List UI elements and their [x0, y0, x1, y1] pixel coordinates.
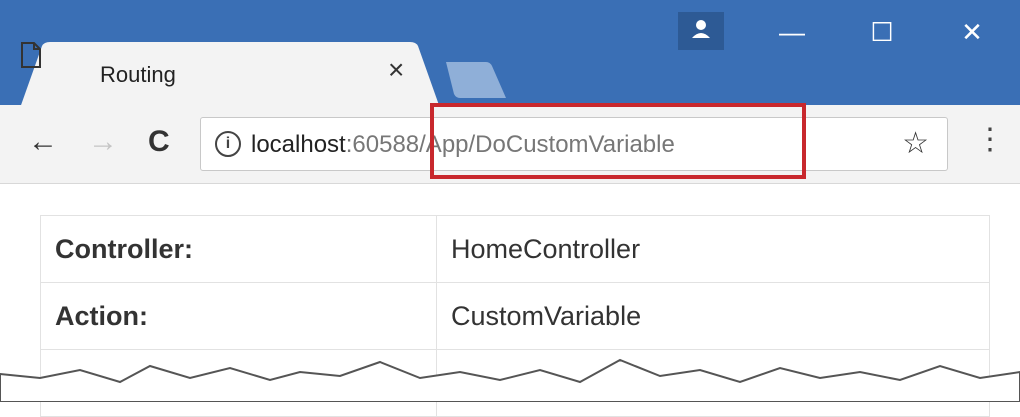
person-icon — [692, 20, 710, 38]
new-tab-button[interactable] — [440, 60, 510, 100]
url-highlight-box — [430, 103, 806, 179]
forward-button[interactable]: → — [88, 127, 118, 157]
reload-button[interactable]: C — [148, 127, 170, 157]
tab-shape — [20, 42, 440, 108]
url-host: localhost — [251, 131, 346, 158]
close-window-button[interactable]: ✕ — [942, 12, 1002, 52]
profile-button[interactable] — [678, 12, 724, 50]
bookmark-star-icon[interactable]: ☆ — [902, 126, 929, 161]
row-value: CustomVariable — [436, 282, 990, 350]
maximize-button[interactable]: ☐ — [852, 12, 912, 52]
title-bar: — ☐ ✕ Routing × — [0, 0, 1020, 108]
tab-close-icon[interactable]: × — [388, 56, 404, 84]
minimize-button[interactable]: — — [762, 12, 822, 52]
document-icon — [21, 42, 41, 68]
back-button[interactable]: ← — [28, 127, 58, 157]
row-key: Controller: — [40, 215, 437, 283]
row-value: HomeController — [436, 215, 990, 283]
row-key: Action: — [40, 282, 437, 350]
tab-routing[interactable]: Routing × — [20, 42, 440, 108]
torn-edge — [0, 358, 1020, 402]
table-row: Controller: HomeController — [40, 215, 990, 283]
menu-icon[interactable]: ⋮ — [975, 125, 1005, 155]
info-icon[interactable]: i — [215, 131, 241, 157]
tab-title: Routing — [100, 62, 176, 87]
table-row: Action: CustomVariable — [40, 282, 990, 350]
